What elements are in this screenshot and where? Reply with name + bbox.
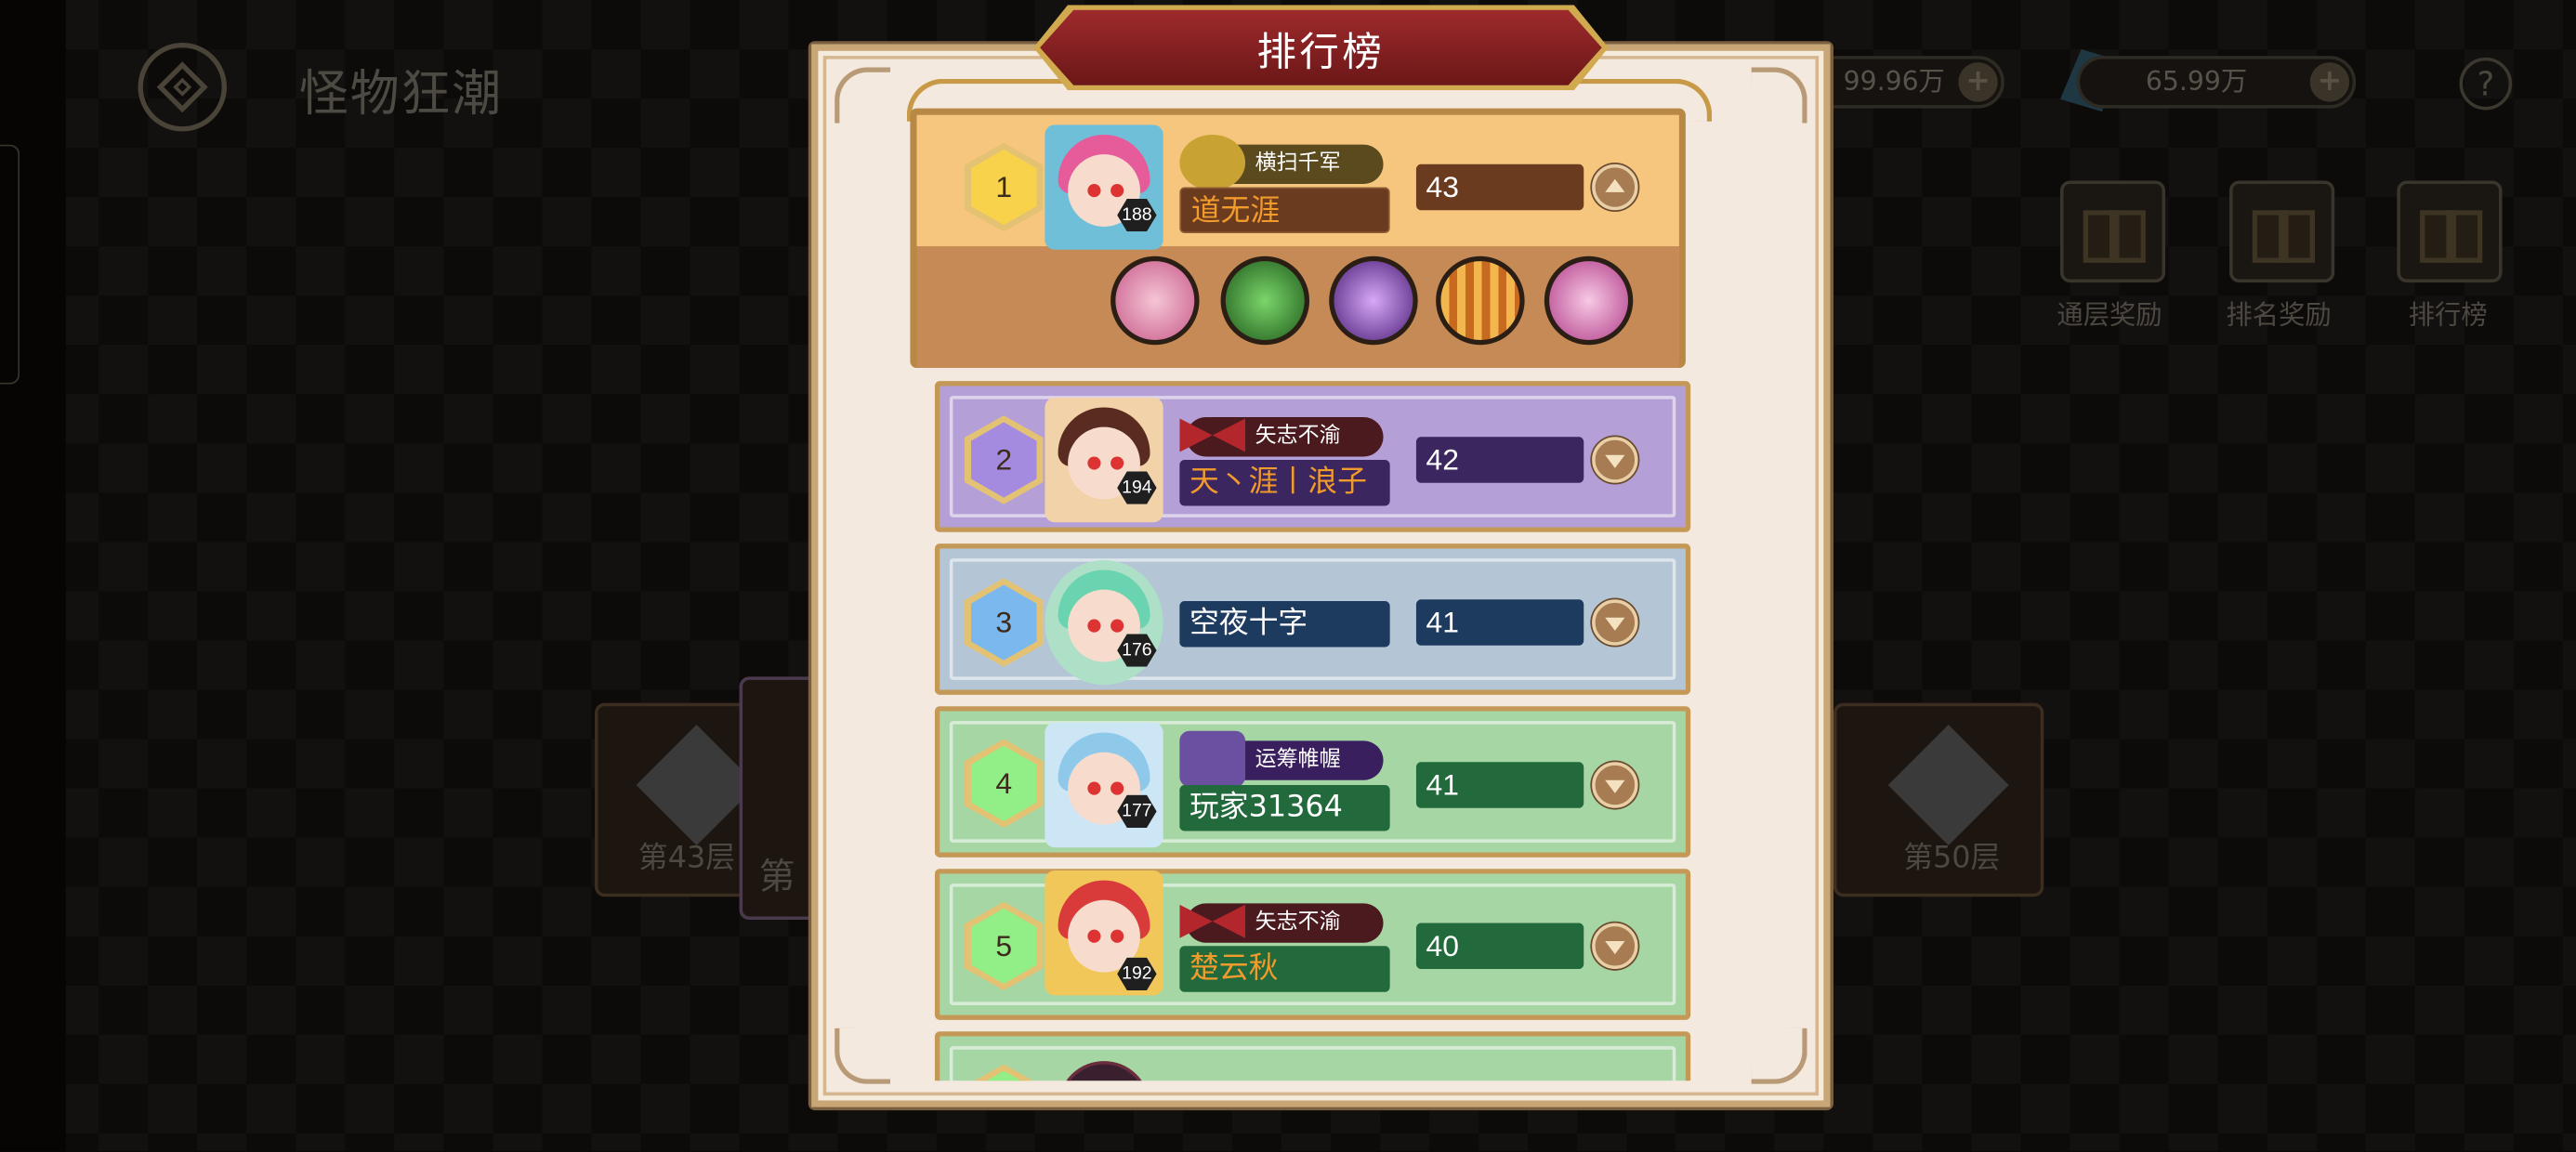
shield-emblem-icon[interactable] [1329, 255, 1418, 346]
currency-gold-value: 99.96万 [1843, 65, 1945, 98]
book-icon [1179, 730, 1246, 787]
leaderboard-button[interactable] [2397, 180, 2503, 283]
leaderboard-list[interactable]: 1 188 横扫千军 道无涯 43 2 194 矢志不渝 天丶涯丨浪子 42 3… [811, 78, 1830, 1081]
player-name: 道无涯 [1179, 187, 1390, 234]
avatar-eye [1087, 456, 1101, 470]
player-name: 楚云秋 [1179, 946, 1390, 992]
rank-number: 4 [970, 745, 1037, 821]
player-score: 41 [1415, 599, 1584, 646]
expand-button[interactable] [1592, 923, 1638, 970]
chevron-down-icon [1605, 454, 1625, 468]
war-horse-icon [1179, 134, 1246, 191]
title-text: 矢志不渝 [1255, 424, 1341, 449]
title-badge: 矢志不渝 [1179, 417, 1384, 457]
player-score: 43 [1415, 164, 1584, 211]
leaderboard-label: 排行榜 [2408, 298, 2488, 331]
avatar-eye [1111, 619, 1124, 633]
panel-title-banner: 排行榜 [1033, 5, 1609, 91]
chevron-down-icon [1605, 941, 1625, 955]
title-badge: 矢志不渝 [1179, 903, 1384, 943]
chevron-up-icon [1605, 178, 1625, 192]
row-inner-border [949, 1046, 1676, 1081]
player-avatar[interactable] [1045, 722, 1163, 848]
gift-ribbon [2446, 210, 2457, 263]
player-score: 40 [1415, 923, 1584, 970]
page-title: 怪物狂潮 [298, 65, 503, 124]
avatar-eye [1111, 456, 1124, 470]
rank-reward-button[interactable] [2229, 180, 2335, 283]
back-button[interactable] [138, 42, 227, 132]
collapse-button[interactable] [1592, 164, 1638, 211]
chevron-down-icon [1605, 779, 1625, 793]
expand-button[interactable] [1592, 437, 1638, 483]
floor-label-right: 第50层 [1903, 841, 2001, 876]
player-name: 天丶涯丨浪子 [1179, 460, 1390, 506]
currency-gem: 65.99万 + [2076, 56, 2357, 109]
chain-icon[interactable] [1436, 255, 1525, 346]
avatar-eye [1087, 781, 1101, 795]
rank-reward-label: 排名奖励 [2226, 298, 2332, 331]
refresh-icon[interactable] [1220, 255, 1310, 346]
character-portrait-icon[interactable] [1111, 255, 1200, 346]
side-tab[interactable] [0, 144, 20, 385]
avatar-eye [1111, 781, 1124, 795]
chevron-down-icon [1605, 617, 1625, 631]
title-text: 横扫千军 [1255, 151, 1341, 177]
avatar-eye [1087, 929, 1101, 943]
rank-row-6[interactable] [934, 1031, 1691, 1081]
panel-title: 排行榜 [1256, 29, 1386, 76]
rank-number: 2 [970, 422, 1037, 498]
help-button[interactable]: ? [2459, 57, 2513, 111]
floor-reward-button[interactable] [2059, 180, 2166, 283]
rank-number: 1 [970, 149, 1037, 226]
ghost-icon[interactable] [1544, 255, 1634, 346]
avatar-eye [1087, 184, 1101, 198]
expand-button[interactable] [1592, 762, 1638, 808]
avatar-eye [1087, 619, 1101, 633]
game-screen: 怪物狂潮 99.96万 + 65.99万 + ? 通层奖励 排名奖励 排行榜 第… [0, 0, 2576, 1152]
gift-ribbon [2109, 210, 2120, 263]
title-badge: 运筹帷幄 [1179, 730, 1384, 787]
add-gold-button[interactable]: + [1958, 62, 1998, 102]
player-score: 42 [1415, 437, 1584, 483]
demon-mask-icon [1887, 725, 2009, 846]
expand-button[interactable] [1592, 599, 1638, 646]
player-name: 玩家31364 [1179, 785, 1390, 831]
add-gem-button[interactable]: + [2309, 62, 2350, 102]
floor-card-right[interactable]: 第50层 [1833, 702, 2044, 897]
gift-ribbon [2279, 210, 2289, 263]
player-score: 41 [1415, 762, 1584, 808]
avatar-eye [1111, 929, 1124, 943]
avatar-eye [1111, 184, 1124, 198]
title-badge: 横扫千军 [1179, 134, 1384, 191]
currency-gem-value: 65.99万 [2145, 65, 2248, 98]
rank-number: 5 [970, 908, 1037, 984]
title-text: 运筹帷幄 [1255, 747, 1341, 772]
floor-reward-label: 通层奖励 [2057, 298, 2162, 331]
player-name: 空夜十字 [1179, 601, 1390, 648]
title-text: 矢志不渝 [1255, 910, 1341, 935]
rank-number: 3 [970, 584, 1037, 661]
